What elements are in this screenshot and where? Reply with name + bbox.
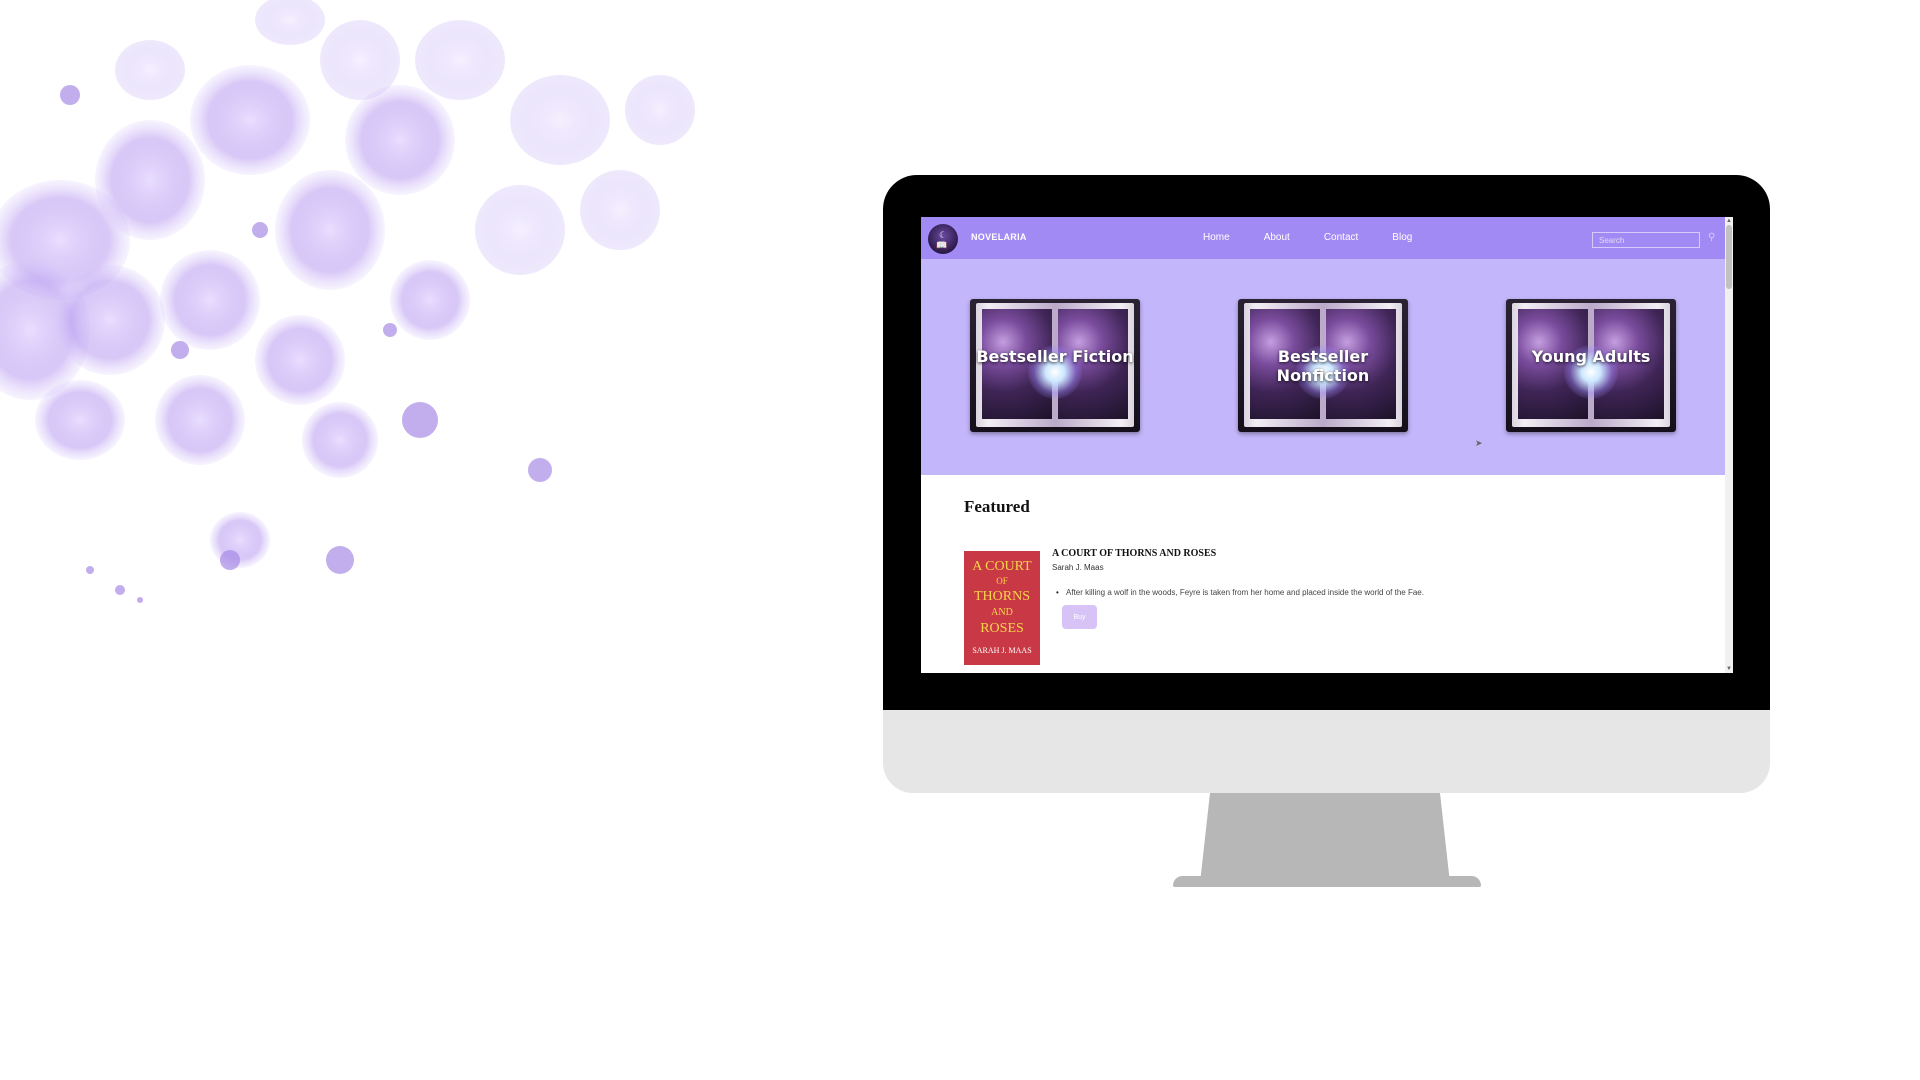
cursor-icon: ➤ <box>1475 438 1483 448</box>
search-icon[interactable]: ⚲ <box>1708 232 1715 243</box>
scroll-up-arrow-icon[interactable]: ▲ <box>1725 217 1733 225</box>
nav-links: Home About Contact Blog <box>1203 232 1446 243</box>
nav-link-blog[interactable]: Blog <box>1392 232 1412 243</box>
navbar: ☾ 📖 NOVELARIA Home About Contact Blog ⚲ <box>921 217 1725 259</box>
monitor-screen: ☾ 📖 NOVELARIA Home About Contact Blog ⚲ … <box>921 217 1733 673</box>
category-card-label: Bestseller Nonfiction <box>1276 347 1370 385</box>
book-title[interactable]: A COURT OF THORNS AND ROSES <box>1052 548 1216 559</box>
category-card-label: Bestseller Fiction <box>976 347 1134 366</box>
featured-heading: Featured <box>964 497 1030 516</box>
scrollbar[interactable]: ▲ ▼ <box>1725 217 1733 673</box>
monitor-stand-base <box>1173 876 1481 887</box>
logo-emblem-icon[interactable]: ☾ 📖 <box>928 224 958 254</box>
nav-link-about[interactable]: About <box>1264 232 1290 243</box>
monitor-chin <box>883 710 1770 793</box>
book-author: Sarah J. Maas <box>1052 563 1104 572</box>
nav-link-contact[interactable]: Contact <box>1324 232 1358 243</box>
book-description: After killing a wolf in the woods, Feyre… <box>1056 588 1424 597</box>
category-card-fiction[interactable]: Bestseller Fiction <box>970 299 1140 432</box>
search-input[interactable] <box>1592 232 1700 248</box>
category-card-nonfiction[interactable]: Bestseller Nonfiction <box>1238 299 1408 432</box>
book-cover[interactable]: A COURT OF THORNS AND ROSES SARAH J. MAA… <box>964 551 1040 665</box>
brand-name[interactable]: NOVELARIA <box>971 232 1027 242</box>
category-hero: Bestseller Fiction Bestseller Nonfiction… <box>921 259 1725 475</box>
monitor-stand <box>1200 793 1450 883</box>
scroll-thumb[interactable] <box>1726 225 1732 289</box>
scroll-down-arrow-icon[interactable]: ▼ <box>1725 665 1733 673</box>
category-card-young-adults[interactable]: Young Adults <box>1506 299 1676 432</box>
floral-watercolor-decoration <box>0 0 695 603</box>
nav-link-home[interactable]: Home <box>1203 232 1230 243</box>
buy-button[interactable]: Buy <box>1062 605 1097 629</box>
category-card-label: Young Adults <box>1531 347 1651 366</box>
